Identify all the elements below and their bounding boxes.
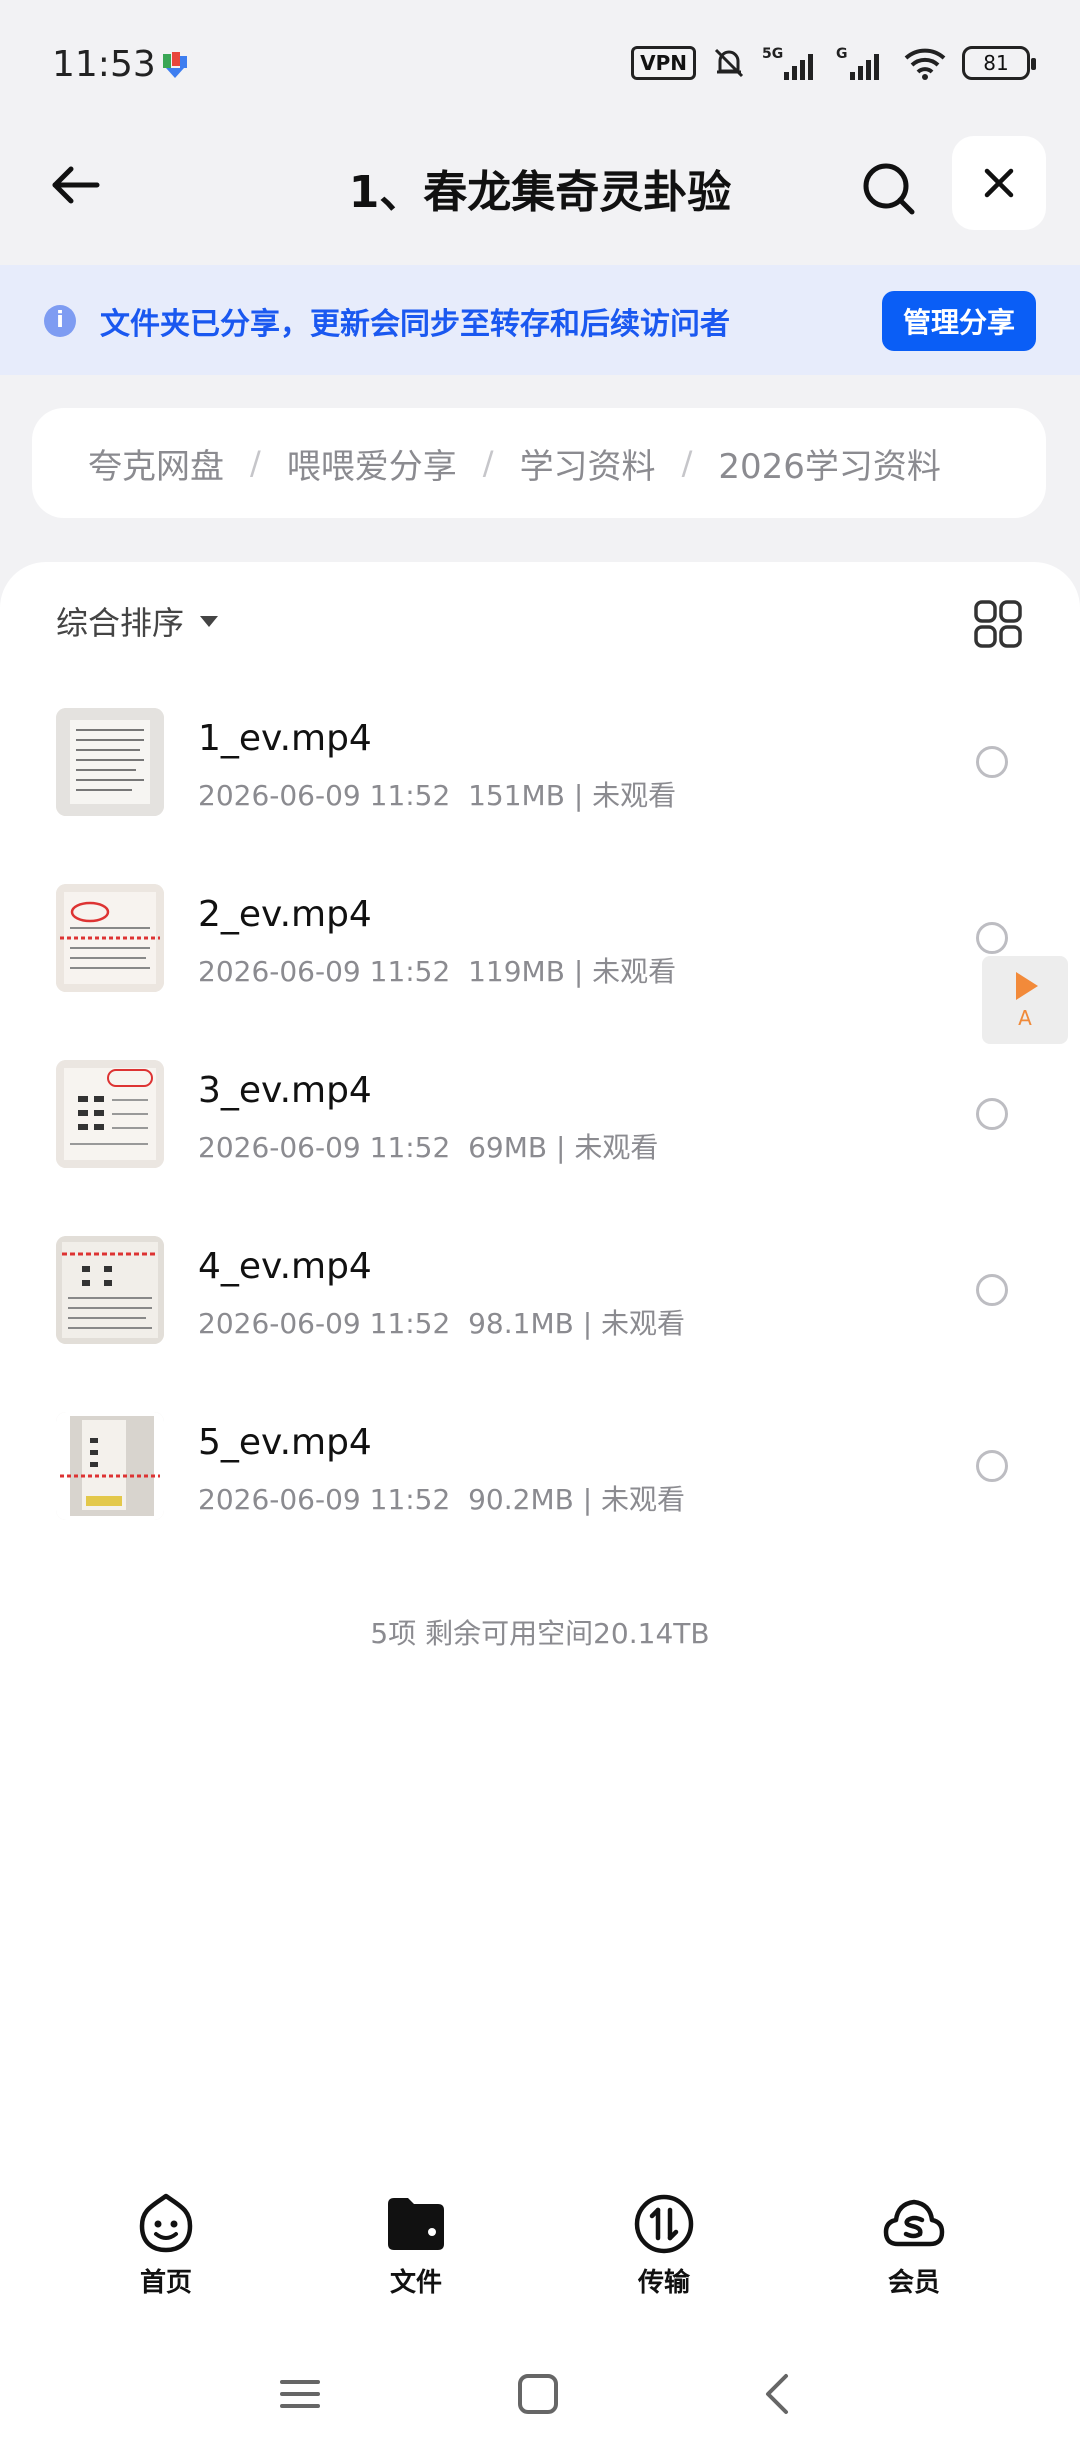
nav-item-files[interactable]: 文件: [356, 2192, 476, 2299]
file-row[interactable]: 5_ev.mp4 2026-06-09 11:52 90.2MB | 未观看: [0, 1394, 1080, 1570]
manage-share-button[interactable]: 管理分享: [882, 291, 1036, 351]
svg-text:5G: 5G: [762, 46, 783, 62]
file-meta: 2026-06-09 11:52 90.2MB | 未观看: [198, 1483, 686, 1516]
grid-view-icon[interactable]: [970, 596, 1026, 652]
recent-apps-button[interactable]: [270, 2364, 330, 2424]
square-icon: [518, 2374, 558, 2414]
cloud-s-icon: [883, 2199, 945, 2247]
chevron-left-icon: [766, 2374, 788, 2414]
share-banner-text: 文件夹已分享，更新会同步至转存和后续访问者: [100, 307, 730, 342]
breadcrumb: 夸克网盘 / 喂喂爱分享 / 学习资料 / 2026学习资料: [32, 408, 1046, 518]
sort-label: 综合排序: [56, 604, 185, 642]
close-icon: [984, 168, 1014, 198]
menu-icon: [280, 2380, 320, 2408]
select-radio[interactable]: [976, 922, 1008, 954]
caret-down-icon: [200, 615, 219, 627]
file-name: 2_ev.mp4: [198, 894, 372, 935]
share-banner: i 文件夹已分享，更新会同步至转存和后续访问者 管理分享: [0, 265, 1080, 375]
arrow-left-icon: [52, 166, 100, 204]
breadcrumb-separator: /: [482, 444, 494, 482]
file-name: 4_ev.mp4: [198, 1246, 372, 1287]
page-title: 1、春龙集奇灵卦验: [348, 167, 732, 218]
breadcrumb-item-share[interactable]: 喂喂爱分享: [287, 439, 457, 488]
file-list-card: 综合排序 1_ev.mp4 2026-06-09 11:52 151MB | 未…: [0, 562, 1080, 2162]
wifi-icon: [904, 48, 946, 80]
select-radio[interactable]: [976, 746, 1008, 778]
video-thumbnail: [56, 1060, 164, 1168]
system-nav-bar: [0, 2332, 1080, 2460]
system-back-button[interactable]: [748, 2364, 808, 2424]
nav-label-home: 首页: [139, 2268, 192, 2298]
breadcrumb-separator: /: [681, 444, 693, 482]
file-name: 3_ev.mp4: [198, 1070, 372, 1111]
file-row[interactable]: 2_ev.mp4 2026-06-09 11:52 119MB | 未观看: [0, 866, 1080, 1042]
file-row[interactable]: 1_ev.mp4 2026-06-09 11:52 151MB | 未观看: [0, 690, 1080, 866]
battery-icon: 81: [962, 46, 1036, 80]
transfer-icon: [634, 2194, 694, 2254]
folder-icon: [388, 2198, 444, 2250]
file-row[interactable]: 3_ev.mp4 2026-06-09 11:52 69MB | 未观看: [0, 1042, 1080, 1218]
mute-bell-icon: [714, 48, 744, 78]
file-meta: 2026-06-09 11:52 119MB | 未观看: [198, 955, 677, 988]
floating-player-widget[interactable]: A: [982, 956, 1068, 1044]
nav-label-vip: 会员: [887, 2268, 940, 2298]
status-time: 11:53: [52, 44, 156, 85]
search-button[interactable]: [850, 150, 928, 228]
app-notification-icon: [163, 52, 187, 78]
signal-5g-icon: 5G: [762, 46, 813, 80]
video-thumbnail: [56, 1236, 164, 1344]
floating-player-label: A: [1018, 1006, 1032, 1030]
search-icon: [863, 163, 915, 215]
svg-text:G: G: [836, 46, 848, 62]
back-button[interactable]: [40, 150, 110, 220]
file-meta: 2026-06-09 11:52 151MB | 未观看: [198, 779, 677, 812]
nav-item-home[interactable]: 首页: [106, 2192, 226, 2299]
header: 1、春龙集奇灵卦验: [0, 130, 1080, 265]
breadcrumb-item-root[interactable]: 夸克网盘: [88, 439, 224, 488]
select-radio[interactable]: [976, 1274, 1008, 1306]
smile-face-icon: [139, 2193, 193, 2253]
home-button[interactable]: [508, 2364, 568, 2424]
play-icon: [1016, 972, 1038, 1000]
file-row[interactable]: 4_ev.mp4 2026-06-09 11:52 98.1MB | 未观看: [0, 1218, 1080, 1394]
video-thumbnail: [56, 1412, 164, 1520]
file-name: 1_ev.mp4: [198, 718, 372, 759]
select-radio[interactable]: [976, 1450, 1008, 1482]
nav-item-transfer[interactable]: 传输: [604, 2192, 724, 2299]
video-thumbnail: [56, 884, 164, 992]
file-meta: 2026-06-09 11:52 98.1MB | 未观看: [198, 1307, 686, 1340]
info-icon: i: [44, 305, 76, 337]
file-meta: 2026-06-09 11:52 69MB | 未观看: [198, 1131, 659, 1164]
status-bar: 11:53 VPN 5G G 81: [0, 0, 1080, 130]
file-list: 1_ev.mp4 2026-06-09 11:52 151MB | 未观看 2_…: [0, 690, 1080, 1570]
status-icons: VPN 5G G 81: [631, 44, 1036, 82]
nav-label-files: 文件: [389, 2268, 442, 2298]
select-radio[interactable]: [976, 1098, 1008, 1130]
nav-item-vip[interactable]: 会员: [854, 2192, 974, 2299]
breadcrumb-item-2026[interactable]: 2026学习资料: [718, 439, 941, 488]
storage-summary: 5项 剩余可用空间20.14TB: [370, 1617, 710, 1650]
signal-g-icon: G: [836, 46, 879, 80]
nav-label-transfer: 传输: [637, 2268, 690, 2298]
file-name: 5_ev.mp4: [198, 1422, 372, 1463]
sort-dropdown[interactable]: 综合排序: [56, 598, 219, 644]
page: 11:53 VPN 5G G 81 1、春龙集奇灵卦验 i 文件夹已分享，更新会…: [0, 0, 1080, 2460]
breadcrumb-separator: /: [250, 444, 261, 482]
close-button[interactable]: [952, 136, 1046, 230]
breadcrumb-item-study[interactable]: 学习资料: [520, 439, 656, 488]
bottom-nav: 首页 文件 传输 会员: [0, 2162, 1080, 2332]
vpn-badge: VPN: [631, 46, 696, 80]
video-thumbnail: [56, 708, 164, 816]
